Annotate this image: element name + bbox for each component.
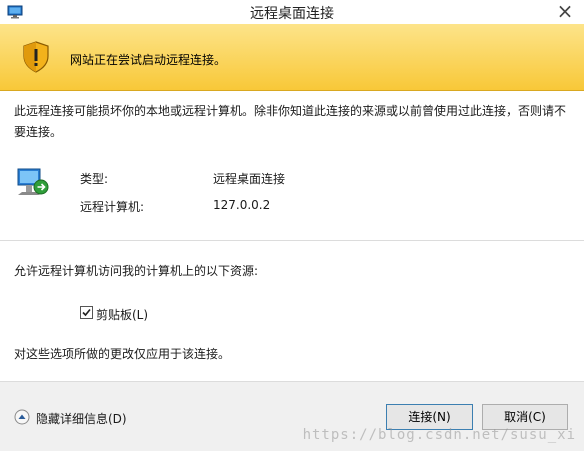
checkmark-icon bbox=[82, 308, 91, 317]
remote-computer-value: 127.0.0.2 bbox=[213, 198, 271, 212]
resources-prompt: 允许远程计算机访问我的计算机上的以下资源: bbox=[14, 264, 259, 278]
window-title: 远程桌面连接 bbox=[250, 6, 334, 22]
banner-message: 网站正在尝试启动远程连接。 bbox=[70, 53, 227, 67]
remote-computer-label: 远程计算机: bbox=[80, 200, 145, 214]
warning-description: 此远程连接可能损坏你的本地或远程计算机。除非你知道此连接的来源或以前曾使用过此连… bbox=[14, 104, 567, 139]
remote-monitor-icon bbox=[17, 168, 49, 195]
warning-shield-icon bbox=[23, 41, 49, 73]
close-button[interactable]: × bbox=[554, 1, 576, 22]
dialog-footer: 隐藏详细信息(D) 连接(N) 取消(C) https://blog.csdn.… bbox=[0, 381, 584, 451]
type-label: 类型: bbox=[80, 172, 109, 186]
title-bar: 远程桌面连接 × bbox=[0, 0, 584, 25]
hide-details-toggle[interactable]: 隐藏详细信息(D) bbox=[36, 410, 127, 427]
security-banner: 网站正在尝试启动远程连接。 bbox=[0, 24, 584, 91]
section-divider bbox=[0, 240, 584, 241]
watermark: https://blog.csdn.net/susu_xi bbox=[302, 427, 576, 443]
clipboard-label[interactable]: 剪贴板(L) bbox=[96, 306, 148, 323]
options-note: 对这些选项所做的更改仅应用于该连接。 bbox=[14, 347, 231, 361]
clipboard-checkbox[interactable] bbox=[80, 306, 93, 319]
chevron-up-icon[interactable] bbox=[14, 409, 30, 425]
type-value: 远程桌面连接 bbox=[213, 172, 286, 186]
